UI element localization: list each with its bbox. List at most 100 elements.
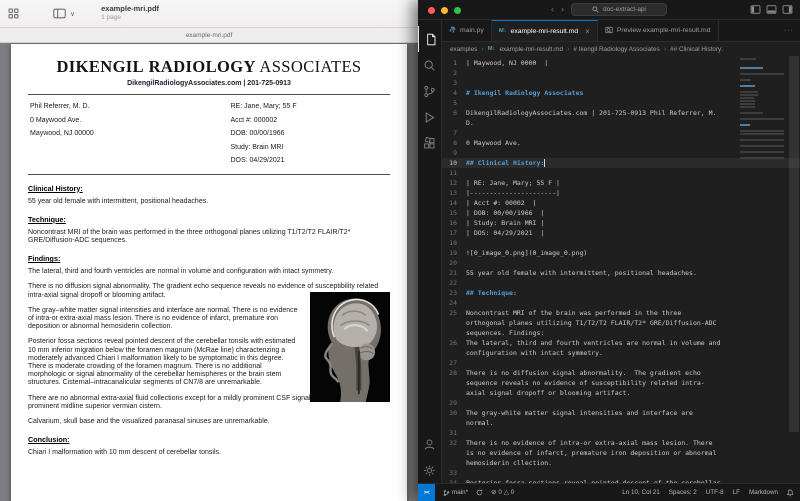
code-text xyxy=(466,278,722,288)
toggle-sidebar-icon[interactable] xyxy=(750,4,761,15)
editor-line[interactable]: 29 xyxy=(442,398,800,408)
line-number: 16 xyxy=(442,218,466,228)
editor-line[interactable]: 15| DOB: 00/00/1966 | xyxy=(442,208,800,218)
code-text: # Ikengil Radiology Associates xyxy=(466,88,722,98)
minimize-window-button[interactable] xyxy=(441,7,448,14)
vscode-title-bar: ‹ › doc-extract-api xyxy=(418,0,800,20)
tab-example-mri-result-md[interactable]: M↓ example-mri-result.md × xyxy=(492,20,598,41)
document-title: example-mri.pdf xyxy=(101,5,159,14)
code-text: | DOB: 00/00/1966 | xyxy=(466,208,722,218)
referrer-street: 0 Maywood Ave. xyxy=(30,114,230,128)
letterhead-word-1: DIKENGIL xyxy=(56,57,144,76)
account-icon[interactable] xyxy=(418,431,442,457)
scrollbar-thumb[interactable] xyxy=(789,56,799,432)
notifications-bell-icon[interactable] xyxy=(786,489,794,497)
extensions-icon[interactable] xyxy=(418,130,442,156)
line-number: 31 xyxy=(442,428,466,438)
minimap-line xyxy=(740,79,751,81)
code-text xyxy=(466,68,722,78)
branch-name: main* xyxy=(452,489,468,496)
minimap-line xyxy=(740,100,755,102)
editor-line[interactable]: 20 xyxy=(442,258,800,268)
zoom-window-button[interactable] xyxy=(454,7,461,14)
pdf-viewport[interactable]: DIKENGIL RADIOLOGY ASSOCIATES DikengilRa… xyxy=(0,43,418,501)
line-number: 33 xyxy=(442,468,466,478)
navigate-back-icon[interactable]: ‹ xyxy=(551,5,554,14)
minimap-line xyxy=(740,67,763,69)
search-icon[interactable] xyxy=(418,52,442,78)
tab-main-py[interactable]: main.py xyxy=(442,20,492,41)
line-number: 5 xyxy=(442,98,466,108)
remote-indicator[interactable]: >< xyxy=(418,484,435,501)
sync-icon[interactable] xyxy=(476,489,483,496)
sidebar-toggle-icon[interactable] xyxy=(53,8,66,19)
breadcrumb-separator-icon: › xyxy=(664,46,666,53)
editor-line[interactable]: 23## Technique: xyxy=(442,288,800,298)
editor-line[interactable]: 19![0_image_0.png](0_image_0.png) xyxy=(442,248,800,258)
gallery-view-icon[interactable] xyxy=(8,8,19,19)
editor-line[interactable]: 16| Study: Brain MRI | xyxy=(442,218,800,228)
cursor-position[interactable]: Ln 10, Col 21 xyxy=(622,489,659,496)
editor-line[interactable]: 34Posterior fossa sections reveal pointe… xyxy=(442,478,800,483)
language-mode[interactable]: Markdown xyxy=(749,489,778,496)
editor-line[interactable]: 31 xyxy=(442,428,800,438)
minimap-line xyxy=(740,118,784,120)
editor-line[interactable]: 22 xyxy=(442,278,800,288)
editor-line[interactable]: 24 xyxy=(442,298,800,308)
editor-line[interactable]: 25Noncontrast MRI of the brain was perfo… xyxy=(442,308,800,338)
editor-line[interactable]: 17| DOS: 04/29/2021 | xyxy=(442,228,800,238)
indentation[interactable]: Spaces: 2 xyxy=(669,489,697,496)
editor-scrollbar[interactable] xyxy=(787,56,800,483)
source-control-icon[interactable] xyxy=(418,78,442,104)
code-text: | DOS: 04/29/2021 | xyxy=(466,228,722,238)
settings-gear-icon[interactable] xyxy=(418,457,442,483)
line-number: 7 xyxy=(442,128,466,138)
code-text xyxy=(466,148,722,158)
breadcrumb-folder[interactable]: examples xyxy=(450,46,477,53)
preview-document-tab[interactable]: example-mri.pdf xyxy=(186,32,233,39)
section-technique: Technique: Noncontrast MRI of the brain … xyxy=(28,215,390,245)
breadcrumb-heading-1[interactable]: # Ikengil Radiology Associates xyxy=(573,46,659,53)
editor-line[interactable]: 33 xyxy=(442,468,800,478)
editor-line[interactable]: 2155 year old female with intermittent, … xyxy=(442,268,800,278)
toggle-panel-icon[interactable] xyxy=(766,4,777,15)
minimap[interactable] xyxy=(740,58,786,160)
close-tab-icon[interactable]: × xyxy=(585,27,590,36)
section-heading: Conclusion: xyxy=(28,435,390,444)
explorer-icon[interactable] xyxy=(418,26,442,52)
editor-line[interactable]: 13|----------------------| xyxy=(442,188,800,198)
minimap-line xyxy=(740,73,784,75)
editor-line[interactable]: 27 xyxy=(442,358,800,368)
workspace-title: doc-extract-api xyxy=(603,6,646,13)
editor-line[interactable]: 11 xyxy=(442,168,800,178)
code-text xyxy=(466,298,722,308)
git-branch-item[interactable]: main* xyxy=(443,489,468,497)
editor[interactable]: 1| Maywood, NJ 0000 |234# Ikengil Radiol… xyxy=(442,56,800,483)
line-number: 11 xyxy=(442,168,466,178)
editor-line[interactable]: 12| RE: Jane, Mary; 55 F | xyxy=(442,178,800,188)
editor-line[interactable]: 26The lateral, third and fourth ventricl… xyxy=(442,338,800,358)
editor-line[interactable]: 30The gray-white matter signal intensiti… xyxy=(442,408,800,428)
editor-line[interactable]: 32There is no evidence of intra-or extra… xyxy=(442,438,800,468)
breadcrumb-heading-2[interactable]: ## Clinical History: xyxy=(670,46,723,53)
line-number: 21 xyxy=(442,268,466,278)
minimap-line xyxy=(740,106,755,108)
editor-line[interactable]: 18 xyxy=(442,238,800,248)
chevron-down-icon[interactable]: ∨ xyxy=(70,10,75,18)
breadcrumb-file[interactable]: example-mri-result.md xyxy=(499,46,563,53)
command-center[interactable]: doc-extract-api xyxy=(571,3,667,16)
more-actions-icon[interactable]: ··· xyxy=(784,27,794,34)
navigate-forward-icon[interactable]: › xyxy=(561,5,564,14)
pdf-page: DIKENGIL RADIOLOGY ASSOCIATES DikengilRa… xyxy=(11,44,407,501)
close-window-button[interactable] xyxy=(428,7,435,14)
tab-preview-example-mri-result-md[interactable]: Preview example-mri-result.md xyxy=(598,20,719,41)
toggle-secondary-sidebar-icon[interactable] xyxy=(782,4,793,15)
editor-line[interactable]: 28There is no diffusion signal abnormali… xyxy=(442,368,800,398)
run-debug-icon[interactable] xyxy=(418,104,442,130)
problems-item[interactable]: ⊘ 0 △ 0 xyxy=(491,489,514,496)
eol-sequence[interactable]: LF xyxy=(733,489,740,496)
encoding[interactable]: UTF-8 xyxy=(706,489,724,496)
mri-brain-image xyxy=(310,292,390,402)
editor-line[interactable]: 14| Acct #: 00002 | xyxy=(442,198,800,208)
window-controls xyxy=(428,7,461,14)
